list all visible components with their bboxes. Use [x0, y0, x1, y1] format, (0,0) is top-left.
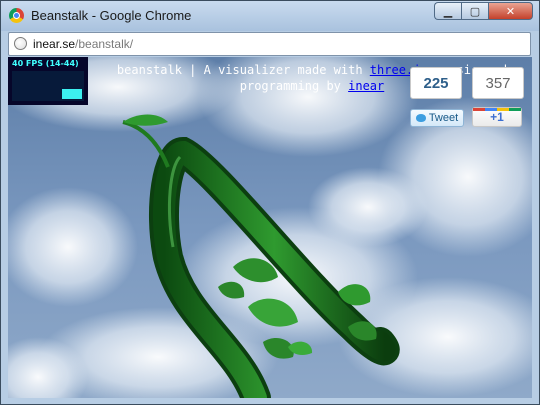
- header-text: beanstalk | A visualizer made with: [116, 63, 370, 77]
- tweet-widget: 225 Tweet: [410, 67, 464, 127]
- maximize-button[interactable]: ▢: [461, 2, 488, 20]
- plusone-widget: 357 +1: [472, 67, 524, 127]
- tweet-label: Tweet: [428, 112, 459, 124]
- plusone-button[interactable]: +1: [472, 107, 522, 127]
- globe-icon: [14, 37, 27, 50]
- title-bar[interactable]: Beanstalk - Google Chrome ▁ ▢ ✕: [1, 1, 539, 31]
- fps-readout: 40 FPS (14-44): [12, 59, 79, 68]
- address-bar[interactable]: inear.se/beanstalk/: [8, 32, 531, 56]
- url-host: inear.se: [33, 37, 76, 51]
- fps-graph: [12, 71, 84, 101]
- url-path: /beanstalk/: [75, 37, 134, 51]
- window-controls: ▁ ▢ ✕: [434, 2, 533, 20]
- page-viewport: 40 FPS (14-44) beanstalk | A visualizer …: [8, 57, 532, 398]
- google-stripe: [473, 108, 521, 111]
- tweet-count: 225: [410, 67, 462, 99]
- close-button[interactable]: ✕: [488, 2, 533, 20]
- window-title: Beanstalk - Google Chrome: [31, 8, 192, 23]
- fps-stats-panel: 40 FPS (14-44): [8, 57, 88, 105]
- url-text[interactable]: inear.se/beanstalk/: [33, 37, 133, 51]
- plusone-label: +1: [490, 110, 504, 124]
- fps-graph-bar: [62, 89, 82, 99]
- minimize-button[interactable]: ▁: [434, 2, 461, 20]
- inear-link[interactable]: inear: [348, 79, 384, 93]
- page-header: beanstalk | A visualizer made with three…: [92, 62, 532, 94]
- chrome-logo-icon: [9, 8, 24, 23]
- plusone-count: 357: [472, 67, 524, 99]
- tweet-button[interactable]: Tweet: [410, 109, 464, 127]
- browser-window: Beanstalk - Google Chrome ▁ ▢ ✕ inear.se…: [0, 0, 540, 405]
- twitter-bird-icon: [415, 114, 426, 122]
